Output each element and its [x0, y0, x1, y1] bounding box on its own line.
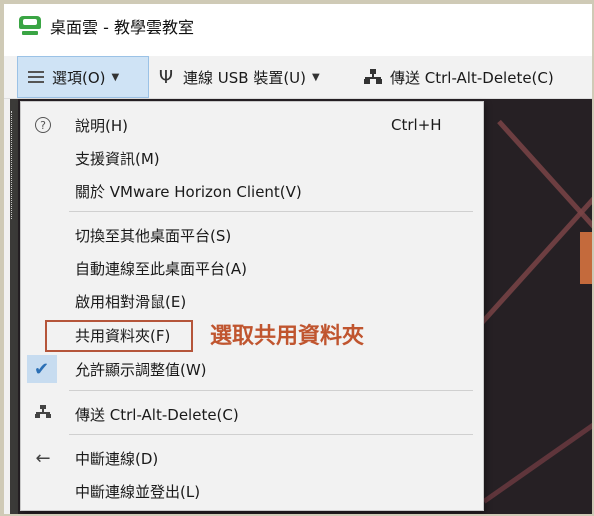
network-icon — [364, 69, 382, 85]
arrow-left-icon: ← — [35, 447, 51, 469]
options-menu-button[interactable]: 選項(O) ▼ — [17, 56, 149, 98]
desktop-window-fragment — [580, 232, 592, 284]
menu-item-disconnect[interactable]: ← 中斷連線(D) — [21, 443, 483, 473]
connect-usb-button[interactable]: Ψ 連線 USB 裝置(U) ▼ — [157, 56, 320, 98]
chevron-down-icon: ▼ — [111, 71, 120, 83]
menu-item-allow-scaling[interactable]: ✔ 允許顯示調整值(W) — [21, 354, 483, 384]
menu-item-label: 允許顯示調整值(W) — [75, 360, 207, 379]
wallpaper-streak — [497, 119, 592, 243]
menu-separator — [69, 211, 473, 212]
send-cad-label: 傳送 Ctrl-Alt-Delete(C) — [390, 68, 554, 87]
options-label: 選項(O) — [52, 68, 106, 87]
menu-item-send-cad[interactable]: 傳送 Ctrl-Alt-Delete(C) — [21, 399, 483, 429]
menu-separator — [69, 434, 473, 435]
send-ctrl-alt-delete-button[interactable]: 傳送 Ctrl-Alt-Delete(C) — [364, 56, 554, 98]
desktop-left-border — [4, 99, 10, 514]
help-circle-icon: ? — [33, 117, 53, 133]
menu-item-label: 支援資訊(M) — [75, 149, 160, 168]
options-dropdown-menu: ? 說明(H) Ctrl+H 支援資訊(M) 關於 VMware Horizon… — [20, 101, 484, 511]
horizon-client-window: 桌面雲 - 教學雲教室 選項(O) ▼ Ψ 連線 USB 裝置(U) ▼ 傳送 … — [4, 4, 592, 514]
menu-item-label: 自動連線至此桌面平台(A) — [75, 259, 247, 278]
menu-item-relative-mouse[interactable]: 啟用相對滑鼠(E) — [21, 286, 483, 316]
selection-outline — [11, 111, 18, 219]
network-icon — [33, 405, 53, 423]
menu-item-about[interactable]: 關於 VMware Horizon Client(V) — [21, 176, 483, 206]
menu-item-label: 中斷連線並登出(L) — [75, 482, 201, 501]
menu-item-autoconnect[interactable]: 自動連線至此桌面平台(A) — [21, 253, 483, 283]
menu-item-label: 啟用相對滑鼠(E) — [75, 292, 187, 311]
app-logo-icon — [19, 15, 41, 37]
usb-label: 連線 USB 裝置(U) — [183, 68, 307, 87]
menu-item-label: 傳送 Ctrl-Alt-Delete(C) — [75, 405, 239, 424]
annotation-text: 選取共用資料夾 — [210, 324, 365, 349]
hamburger-icon — [28, 71, 44, 83]
menu-separator — [69, 390, 473, 391]
window-title: 桌面雲 - 教學雲教室 — [50, 18, 194, 37]
toolbar: 選項(O) ▼ Ψ 連線 USB 裝置(U) ▼ 傳送 Ctrl-Alt-Del… — [4, 56, 592, 99]
menu-item-support[interactable]: 支援資訊(M) — [21, 143, 483, 173]
menu-item-label: 說明(H) — [75, 116, 128, 135]
wallpaper-streak — [482, 419, 592, 504]
menu-item-label: 關於 VMware Horizon Client(V) — [75, 182, 302, 201]
menu-item-label: 切換至其他桌面平台(S) — [75, 226, 232, 245]
checkmark-icon: ✔ — [34, 358, 50, 380]
menu-item-label: 中斷連線(D) — [75, 449, 159, 468]
chevron-down-icon: ▼ — [312, 71, 320, 83]
menu-item-disconnect-logoff[interactable]: 中斷連線並登出(L) — [21, 476, 483, 506]
title-bar: 桌面雲 - 教學雲教室 — [4, 4, 592, 48]
usb-icon: Ψ — [158, 66, 174, 88]
annotation-highlight-box — [45, 320, 193, 352]
menu-item-switch-desktop[interactable]: 切換至其他桌面平台(S) — [21, 220, 483, 250]
menu-item-help[interactable]: ? 說明(H) Ctrl+H — [21, 110, 483, 140]
wallpaper-streak — [472, 166, 592, 334]
shortcut-text: Ctrl+H — [391, 116, 442, 134]
